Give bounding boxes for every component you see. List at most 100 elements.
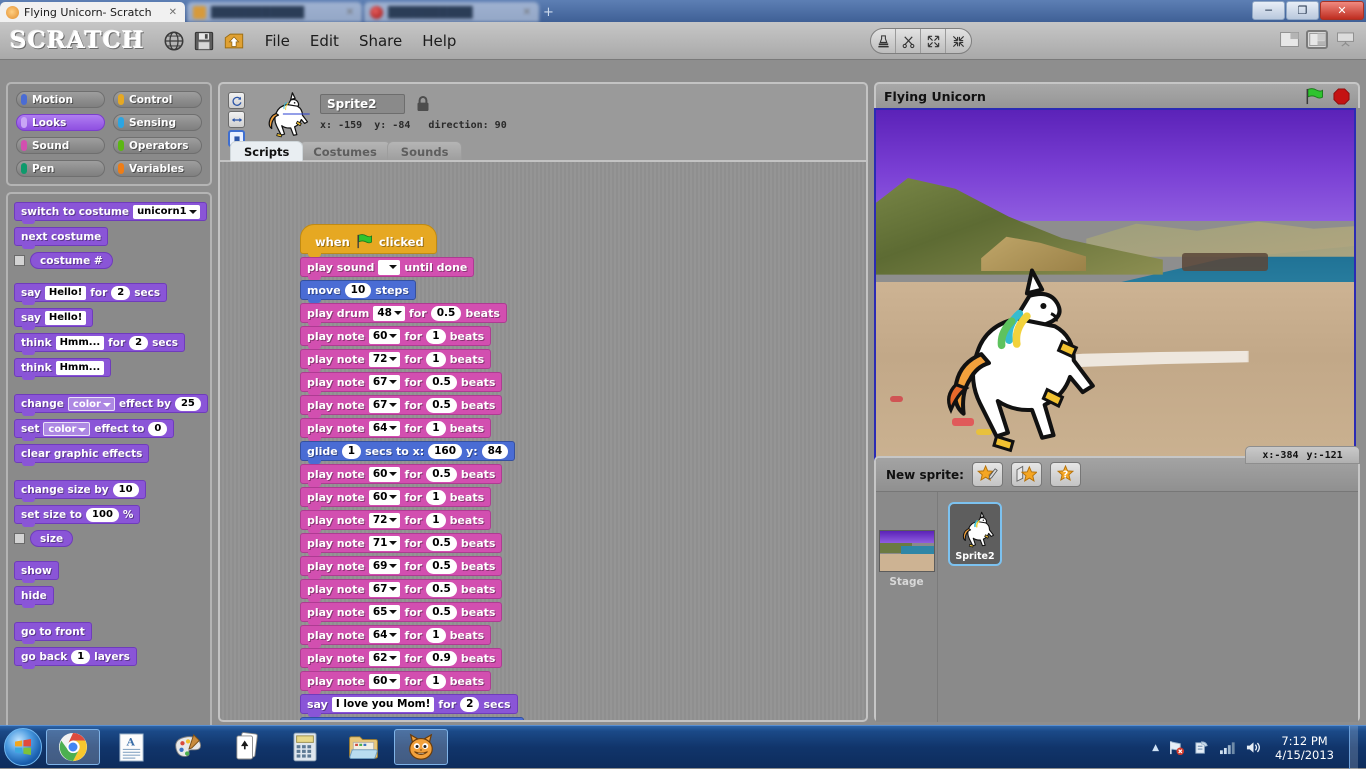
script-block-sound[interactable]: play note60for0.5beats <box>300 464 502 484</box>
minimize-button[interactable]: ─ <box>1252 1 1285 20</box>
tab-sounds[interactable]: Sounds <box>387 141 463 161</box>
block-number-input[interactable]: 1 <box>426 513 445 528</box>
stage-selector[interactable]: Stage <box>876 492 938 722</box>
browser-tab-2[interactable]: ███████████ ✕ <box>187 2 362 22</box>
block-dropdown[interactable]: 65 <box>369 605 401 620</box>
category-sound[interactable]: Sound <box>16 137 105 154</box>
block-dropdown[interactable] <box>378 260 400 275</box>
category-operators[interactable]: Operators <box>113 137 202 154</box>
block-number-input[interactable]: 1 <box>426 628 445 643</box>
block-number-input[interactable]: 0.5 <box>426 559 457 574</box>
block-number-input[interactable]: 100 <box>86 508 119 522</box>
palette-block[interactable]: thinkHmm...for2secs <box>14 333 185 352</box>
network-error-icon[interactable] <box>1168 740 1185 756</box>
block-number-input[interactable]: 10 <box>345 283 372 298</box>
watcher-checkbox[interactable] <box>14 533 25 544</box>
palette-block[interactable]: go to front <box>14 622 92 641</box>
script-block-sound[interactable]: play note64for1beats <box>300 625 491 645</box>
block-number-input[interactable]: 0.5 <box>426 536 457 551</box>
rotate-freely-icon[interactable] <box>228 92 245 109</box>
menu-share[interactable]: Share <box>359 32 402 50</box>
category-control[interactable]: Control <box>113 91 202 108</box>
block-text-input[interactable]: Hmm... <box>56 361 105 375</box>
block-number-input[interactable]: 0.9 <box>426 651 457 666</box>
block-number-input[interactable]: 1 <box>426 674 445 689</box>
palette-block[interactable]: next costume <box>14 227 108 246</box>
script-block-sound[interactable]: play note72for1beats <box>300 510 491 530</box>
taskbar-item-chrome[interactable] <box>46 729 100 765</box>
browser-tab-3[interactable]: ██████████ ✕ <box>364 2 539 22</box>
script-block-sound[interactable]: play note72for1beats <box>300 349 491 369</box>
block-dropdown[interactable]: 60 <box>369 674 401 689</box>
scissors-icon[interactable] <box>896 29 921 53</box>
menu-help[interactable]: Help <box>422 32 456 50</box>
script-block-sound[interactable]: play note60for1beats <box>300 671 491 691</box>
script-block-sound[interactable]: play note67for0.5beats <box>300 579 502 599</box>
palette-reporter-block[interactable]: size <box>30 530 73 547</box>
palette-block[interactable]: clear graphic effects <box>14 444 149 463</box>
palette-block[interactable]: changecoloreffect by25 <box>14 394 208 413</box>
script-block-sound[interactable]: play note71for0.5beats <box>300 533 502 553</box>
taskbar-item-explorer[interactable] <box>336 729 390 765</box>
presentation-view-icon[interactable] <box>1334 30 1356 49</box>
show-hidden-icons-icon[interactable]: ▲ <box>1152 743 1159 753</box>
script-stack[interactable]: whenclickedplay sounduntil donemove10ste… <box>300 224 524 722</box>
tab-costumes[interactable]: Costumes <box>299 141 391 161</box>
menu-file[interactable]: File <box>265 32 290 50</box>
block-number-input[interactable]: 160 <box>428 444 462 459</box>
block-number-input[interactable]: 1 <box>426 352 445 367</box>
menu-edit[interactable]: Edit <box>310 32 339 50</box>
block-dropdown[interactable]: 60 <box>369 490 401 505</box>
script-block-sound[interactable]: play note67for0.5beats <box>300 395 502 415</box>
sprite-name-input[interactable]: Sprite2 <box>320 94 405 114</box>
volume-icon[interactable] <box>1245 740 1262 755</box>
palette-block[interactable]: go back1layers <box>14 647 137 666</box>
block-number-input[interactable]: 10 <box>113 483 139 497</box>
new-tab-button[interactable]: + <box>543 5 554 22</box>
block-dropdown[interactable]: 67 <box>369 398 401 413</box>
palette-block[interactable]: sayHello! <box>14 308 93 327</box>
block-dropdown[interactable]: 72 <box>369 513 401 528</box>
block-number-input[interactable]: 1 <box>426 329 445 344</box>
category-looks[interactable]: Looks <box>16 114 105 131</box>
block-dropdown[interactable]: 72 <box>369 352 401 367</box>
stop-sign-icon[interactable] <box>1333 88 1350 105</box>
block-dropdown[interactable]: 64 <box>369 628 401 643</box>
script-block-sound[interactable]: play note60for1beats <box>300 326 491 346</box>
palette-block[interactable]: change size by10 <box>14 480 146 499</box>
lock-icon[interactable] <box>416 95 430 112</box>
block-number-input[interactable]: 2 <box>460 697 479 712</box>
block-number-input[interactable]: 84 <box>482 444 509 459</box>
close-icon[interactable]: ✕ <box>169 7 177 18</box>
choose-new-sprite-icon[interactable] <box>1011 462 1042 487</box>
block-dropdown[interactable]: color <box>68 397 115 411</box>
block-dropdown[interactable]: 60 <box>369 467 401 482</box>
windows-start-orb-icon[interactable] <box>4 728 42 766</box>
unicorn-sprite[interactable] <box>928 268 1098 458</box>
taskbar-item-wordpad[interactable]: A <box>104 729 158 765</box>
block-number-input[interactable]: 0.5 <box>426 467 457 482</box>
palette-block[interactable]: switch to costumeunicorn1 <box>14 202 207 221</box>
block-dropdown[interactable]: 62 <box>369 651 401 666</box>
show-desktop-button[interactable] <box>1349 726 1358 769</box>
close-icon[interactable]: ✕ <box>346 7 354 18</box>
taskbar-item-solitaire[interactable] <box>220 729 274 765</box>
block-text-input[interactable]: I love you Mom! <box>332 697 435 712</box>
block-number-input[interactable]: 0.5 <box>426 375 457 390</box>
script-block-sound[interactable]: play note64for1beats <box>300 418 491 438</box>
taskbar-item-paint[interactable] <box>162 729 216 765</box>
normal-stage-view-icon[interactable] <box>1306 30 1328 49</box>
stage-canvas[interactable] <box>874 108 1356 470</box>
green-flag-icon[interactable] <box>1305 88 1324 105</box>
small-stage-view-icon[interactable] <box>1278 30 1300 49</box>
palette-block[interactable]: setcoloreffect to0 <box>14 419 174 438</box>
script-block-sound[interactable]: play note60for1beats <box>300 487 491 507</box>
surprise-sprite-icon[interactable]: ? <box>1050 462 1081 487</box>
taskbar-clock[interactable]: 7:12 PM 4/15/2013 <box>1275 734 1334 762</box>
block-dropdown[interactable]: color <box>43 422 90 436</box>
block-dropdown[interactable]: 69 <box>369 559 401 574</box>
block-number-input[interactable]: 1 <box>426 490 445 505</box>
block-number-input[interactable]: 25 <box>175 397 201 411</box>
palette-block[interactable]: hide <box>14 586 54 605</box>
block-text-input[interactable]: Hmm... <box>56 336 105 350</box>
